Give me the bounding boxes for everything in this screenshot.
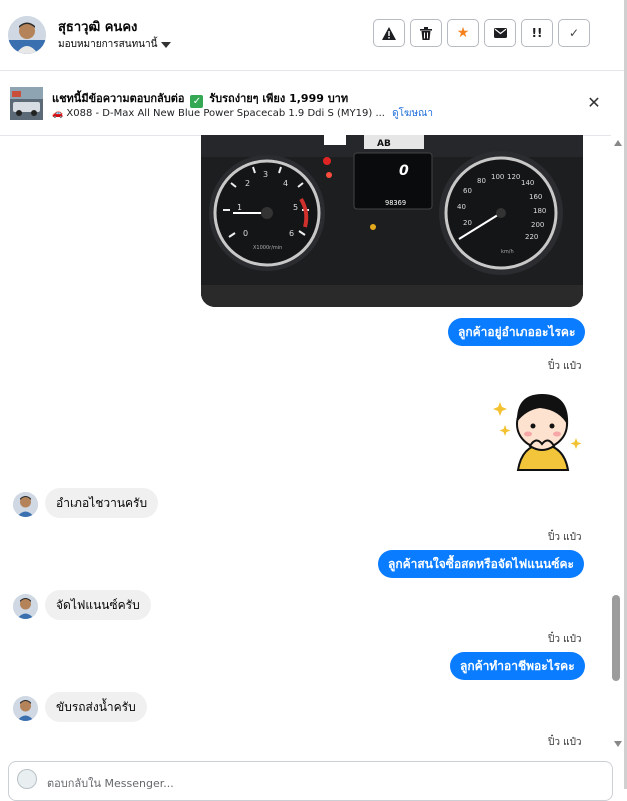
- mark-unread-button[interactable]: [484, 19, 516, 47]
- reply-input[interactable]: ตอบกลับใน Messenger...: [8, 761, 613, 801]
- view-ad-link[interactable]: ดูโฆษณา: [392, 108, 433, 119]
- caret-down-icon: [161, 41, 172, 48]
- svg-text:120: 120: [507, 173, 520, 181]
- cute-girl-sticker: [493, 394, 582, 471]
- reply-placeholder: ตอบกลับใน Messenger...: [47, 777, 174, 790]
- svg-text:4: 4: [283, 179, 288, 188]
- outgoing-message[interactable]: ลูกค้าทำอาชีพอะไรคะ: [450, 652, 585, 680]
- svg-text:5: 5: [293, 203, 298, 212]
- contact-avatar-small: [13, 492, 38, 517]
- svg-text:1: 1: [237, 203, 242, 212]
- scroll-up-arrow-icon[interactable]: [614, 140, 622, 146]
- message-thread: 0 1 2 3 4 5 6 X1000r/min AB 0 98369 20 40 60 80…: [0, 135, 611, 760]
- outgoing-message[interactable]: ลูกค้าสนใจซื้อสดหรือจัดไฟแนนซ์คะ: [378, 550, 584, 578]
- delete-button[interactable]: [410, 19, 442, 47]
- svg-text:220: 220: [525, 233, 538, 241]
- assign-conversation-dropdown[interactable]: มอบหมายการสนทนานี้: [58, 37, 172, 52]
- banner-title-text: แชทนี้มีข้อความตอบกลับต่อ: [52, 92, 185, 105]
- mark-done-button[interactable]: ✓: [558, 19, 590, 47]
- assign-label: มอบหมายการสนทนานี้: [58, 39, 158, 50]
- incoming-message[interactable]: อำเภอไชวานครับ: [45, 488, 159, 518]
- follow-up-button[interactable]: !!: [521, 19, 553, 47]
- mail-icon: [493, 28, 507, 38]
- svg-text:2: 2: [245, 179, 250, 188]
- seen-by-label: ปิ๋ว แป๋ว: [548, 634, 582, 645]
- incoming-message[interactable]: จัดไฟแนนซ์ครับ: [45, 590, 151, 620]
- plate-text: AB: [377, 139, 391, 149]
- seen-by-label: ปิ๋ว แป๋ว: [548, 532, 582, 543]
- svg-text:100: 100: [491, 173, 504, 181]
- sticker-message[interactable]: [490, 380, 582, 472]
- svg-text:180: 180: [533, 207, 546, 215]
- contact-name[interactable]: สุธาวุฒิ คนคง: [58, 16, 137, 37]
- seen-by-label: ปิ๋ว แป๋ว: [548, 737, 582, 748]
- close-banner-button[interactable]: ✕: [585, 94, 603, 112]
- star-button[interactable]: ★: [447, 19, 479, 47]
- thread-scrollbar[interactable]: [611, 135, 624, 760]
- svg-text:80: 80: [477, 177, 486, 185]
- ad-thumbnail[interactable]: [10, 87, 43, 120]
- banner-subtitle: 🚗 X088 - D-Max All New Blue Power Spacec…: [52, 106, 433, 121]
- rpm-unit-label: X1000r/min: [253, 245, 282, 251]
- incoming-message[interactable]: ขับรถส่งน้ำครับ: [45, 692, 147, 722]
- svg-text:20: 20: [463, 219, 472, 227]
- trash-icon: [420, 26, 432, 40]
- speed-readout: 0: [399, 163, 409, 179]
- dashboard-image: 0 1 2 3 4 5 6 X1000r/min AB 0 98369 20 40 60 80…: [201, 135, 583, 307]
- warning-icon: [382, 26, 396, 40]
- ad-product-name: X088 - D-Max All New Blue Power Spacecab…: [66, 108, 385, 119]
- svg-text:140: 140: [521, 179, 534, 187]
- dashboard-photo-message[interactable]: 0 1 2 3 4 5 6 X1000r/min AB 0 98369 20 40 60 80…: [201, 135, 583, 307]
- scroll-down-arrow-icon[interactable]: [614, 741, 622, 747]
- check-icon: ✓: [568, 26, 580, 40]
- ad-context-banner: แชทนี้มีข้อความตอบกลับต่อ ✓ รับรถง่ายๆ เ…: [0, 71, 624, 136]
- double-exclamation-icon: !!: [531, 26, 543, 40]
- scrollbar-thumb[interactable]: [612, 595, 620, 681]
- outgoing-message[interactable]: ลูกค้าอยู่อำเภออะไรคะ: [448, 318, 586, 346]
- svg-text:40: 40: [457, 203, 466, 211]
- conversation-header: สุธาวุฒิ คนคง มอบหมายการสนทนานี้ ★ !! ✓: [0, 0, 624, 71]
- header-actions: ★ !! ✓: [373, 19, 590, 47]
- svg-text:0: 0: [243, 229, 248, 238]
- car-icon: 🚗: [52, 109, 64, 119]
- star-icon: ★: [456, 25, 470, 41]
- banner-price-text: รับรถง่ายๆ เพียง 1,999 บาท: [209, 92, 349, 105]
- contact-avatar-small: [13, 594, 38, 619]
- contact-avatar-small: [13, 696, 38, 721]
- svg-text:6: 6: [289, 229, 294, 238]
- seen-by-label: ปิ๋ว แป๋ว: [548, 361, 582, 372]
- contact-avatar[interactable]: [8, 16, 46, 54]
- report-spam-button[interactable]: [373, 19, 405, 47]
- svg-text:3: 3: [263, 170, 268, 179]
- svg-text:200: 200: [531, 221, 544, 229]
- odometer-readout: 98369: [385, 199, 406, 207]
- page-avatar-icon: [17, 769, 37, 789]
- svg-text:60: 60: [463, 187, 472, 195]
- speed-unit-label: km/h: [501, 249, 514, 255]
- svg-text:160: 160: [529, 193, 542, 201]
